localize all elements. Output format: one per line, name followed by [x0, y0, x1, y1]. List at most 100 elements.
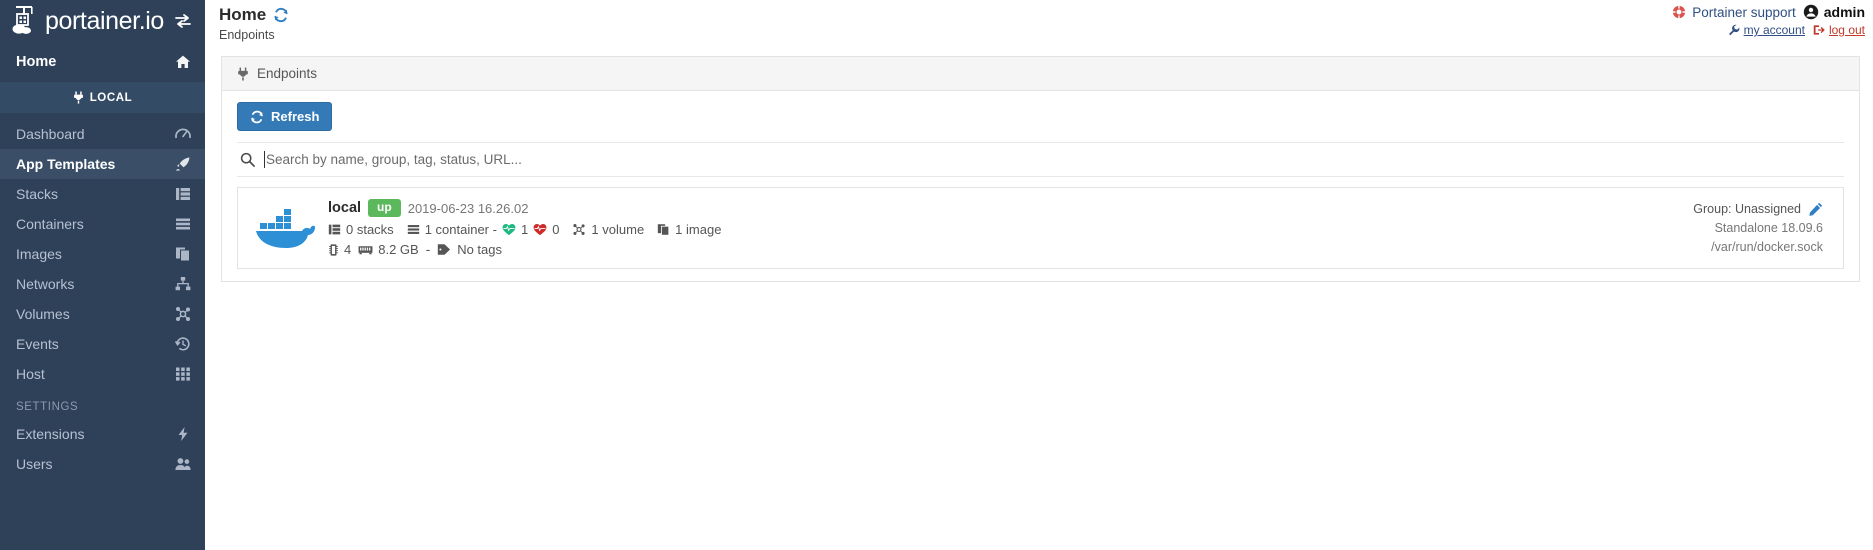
stat-cpu: 4: [328, 242, 351, 257]
panel-header: Endpoints: [222, 57, 1859, 91]
refresh-button[interactable]: Refresh: [237, 102, 333, 131]
sidebar-item-dashboard-label: Dashboard: [16, 126, 85, 142]
main-content: Home Endpoints Portainer support admin m…: [205, 0, 1873, 550]
endpoint-url: /var/run/docker.sock: [1711, 240, 1823, 254]
stat-unhealthy-count: 0: [552, 222, 560, 238]
endpoints-panel: Endpoints Refresh Search by name, group,…: [221, 56, 1860, 282]
endpoint-card-local[interactable]: local up 2019-06-23 16.26.02 0 stacks 1 …: [237, 187, 1844, 269]
sidebar-item-networks-label: Networks: [16, 276, 75, 292]
sidebar-section-settings: SETTINGS: [16, 401, 79, 413]
endpoint-version: Standalone 18.09.6: [1714, 221, 1823, 235]
sidebar-item-users-label: Users: [16, 456, 53, 472]
search-icon: [240, 152, 255, 167]
stat-volumes: 1 volume: [572, 222, 644, 237]
endpoint-timestamp: 2019-06-23 16.26.02: [407, 200, 529, 216]
sidebar-item-networks[interactable]: Networks: [0, 269, 205, 299]
sidebar-item-stacks[interactable]: Stacks: [0, 179, 205, 209]
stat-tags: No tags: [437, 242, 502, 257]
memory-icon: [358, 244, 373, 256]
app-root: portainer.io Home LOCAL Dashboard App Te…: [0, 0, 1873, 550]
brand-text: portainer.io: [45, 6, 164, 35]
sidebar-item-containers[interactable]: Containers: [0, 209, 205, 239]
sidebar-item-extensions-label: Extensions: [16, 426, 85, 442]
content-area: Endpoints Refresh Search by name, group,…: [205, 46, 1873, 282]
sign-out-icon: [1813, 24, 1825, 36]
sidebar-item-home-label: Home: [16, 54, 57, 70]
sidebar-item-dashboard[interactable]: Dashboard: [0, 119, 205, 149]
sidebar-item-images-label: Images: [16, 246, 62, 262]
exchange-arrows-icon[interactable]: [173, 11, 193, 31]
containers-icon: [175, 216, 191, 232]
my-account-link[interactable]: my account: [1728, 23, 1805, 37]
sidebar-item-stacks-label: Stacks: [16, 186, 59, 202]
stat-containers: 1 container - 1 0: [407, 222, 560, 238]
sidebar-item-app-templates-label: App Templates: [16, 156, 116, 172]
sidebar-item-volumes[interactable]: Volumes: [0, 299, 205, 329]
sidebar-item-containers-label: Containers: [16, 216, 84, 232]
stat-tags-label: No tags: [457, 242, 503, 258]
endpoint-name: local: [328, 200, 362, 216]
endpoint-title-row: local up 2019-06-23 16.26.02: [328, 198, 1639, 218]
sidebar-item-events[interactable]: Events: [0, 329, 205, 359]
sidebar-item-users[interactable]: Users: [0, 449, 205, 479]
stat-volumes-label: 1 volume: [591, 222, 645, 238]
images-icon: [657, 223, 670, 236]
endpoint-group-row: Group: Unassigned: [1639, 202, 1823, 216]
topbar: Home Endpoints Portainer support admin m…: [205, 0, 1873, 46]
refresh-icon[interactable]: [273, 7, 289, 23]
endpoint-group-label: Group: Unassigned: [1693, 202, 1801, 216]
stacks-icon: [328, 223, 341, 236]
sidebar-item-extensions[interactable]: Extensions: [0, 419, 205, 449]
stat-stacks: 0 stacks: [328, 222, 394, 237]
refresh-icon: [250, 110, 264, 124]
sidebar-item-images[interactable]: Images: [0, 239, 205, 269]
breadcrumb: Endpoints: [219, 27, 275, 42]
dashboard-icon: [175, 126, 191, 142]
endpoint-list: local up 2019-06-23 16.26.02 0 stacks 1 …: [237, 177, 1844, 281]
grid-icon: [175, 366, 191, 382]
stat-memory-value: 8.2 GB: [378, 242, 419, 258]
heartbeat-green-icon: [502, 223, 516, 236]
panel-title: Endpoints: [257, 66, 318, 81]
heartbeat-red-icon: [533, 223, 547, 236]
portainer-support-button[interactable]: Portainer support: [1672, 5, 1796, 20]
rocket-icon: [175, 156, 191, 172]
header-actions: Portainer support admin my account log o…: [1672, 4, 1865, 37]
header-bottom-row: my account log out: [1672, 23, 1865, 37]
containers-icon: [407, 223, 420, 236]
volumes-icon: [572, 223, 586, 236]
search-row: [237, 142, 1844, 177]
search-input[interactable]: [264, 151, 1841, 168]
home-icon: [175, 54, 191, 70]
plug-icon: [73, 91, 84, 104]
endpoint-stats-row: 0 stacks 1 container - 1 0 1 volume 1 im…: [328, 222, 1639, 237]
volumes-icon: [175, 306, 191, 322]
cpu-icon: [328, 243, 339, 257]
pencil-icon[interactable]: [1809, 202, 1823, 216]
stacks-icon: [175, 186, 191, 202]
sidebar-item-app-templates[interactable]: App Templates: [0, 149, 205, 179]
page-title: Home: [219, 5, 1861, 25]
logout-link[interactable]: log out: [1813, 23, 1865, 37]
sidebar-local-label: LOCAL: [89, 91, 133, 104]
portainer-logo-icon: [8, 3, 44, 39]
wrench-icon: [1728, 24, 1740, 36]
username-label: admin: [1823, 4, 1865, 20]
sidebar-item-home[interactable]: Home: [0, 42, 205, 82]
my-account-label: my account: [1743, 23, 1805, 37]
user-menu[interactable]: admin: [1803, 4, 1865, 20]
sidebar-local-band: LOCAL: [0, 82, 205, 113]
stat-healthy-count: 1: [520, 222, 529, 238]
brand-row: portainer.io: [0, 0, 205, 42]
page-title-text: Home: [219, 5, 267, 24]
logout-label: log out: [1828, 23, 1865, 37]
sidebar-item-host-label: Host: [16, 366, 45, 382]
images-icon: [175, 246, 191, 262]
lifebuoy-icon: [1672, 5, 1686, 19]
tag-icon: [437, 243, 452, 256]
users-icon: [175, 456, 191, 472]
portainer-support-label: Portainer support: [1692, 4, 1796, 20]
sidebar-item-host[interactable]: Host: [0, 359, 205, 389]
sidebar-item-volumes-label: Volumes: [16, 306, 70, 322]
status-badge: up: [368, 198, 401, 218]
